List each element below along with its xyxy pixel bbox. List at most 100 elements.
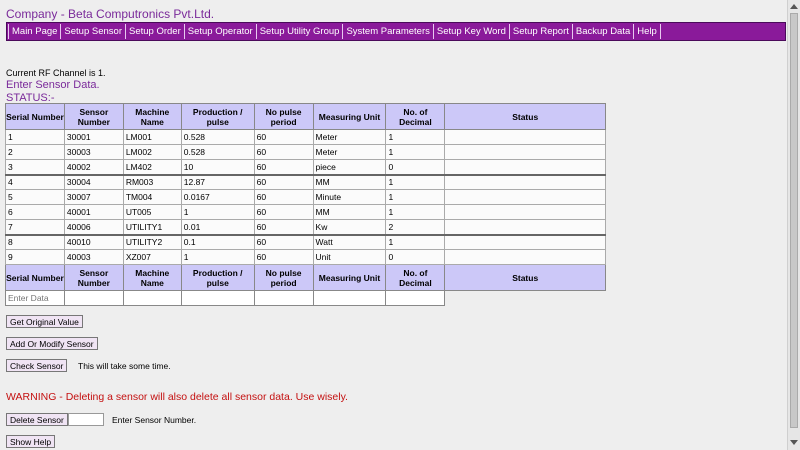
table-row: 8 40010 UTILITY2 0.1 60 Watt 1 bbox=[5, 233, 606, 250]
nav-help[interactable]: Help bbox=[634, 24, 661, 39]
entry-row bbox=[5, 290, 606, 306]
nav-setup-report[interactable]: Setup Report bbox=[510, 24, 573, 39]
page-title: Enter Sensor Data. bbox=[6, 79, 100, 91]
entry-cell-decimal bbox=[385, 290, 446, 306]
cell-no-pulse-period: 60 bbox=[253, 173, 314, 190]
check-sensor-button[interactable]: Check Sensor bbox=[6, 359, 68, 372]
nav-system-parameters[interactable]: System Parameters bbox=[343, 24, 434, 39]
cell-production-pulse: 0.528 bbox=[180, 144, 255, 160]
nav-setup-operator[interactable]: Setup Operator bbox=[185, 24, 257, 39]
production-pulse-input[interactable] bbox=[181, 291, 254, 305]
cell-no-of-decimal: 0 bbox=[385, 159, 446, 175]
cell-sensor-number: 40010 bbox=[63, 233, 124, 250]
cell-no-of-decimal: 0 bbox=[385, 249, 446, 265]
cell-production-pulse: 0.01 bbox=[180, 219, 255, 235]
cell-no-pulse-period: 60 bbox=[253, 249, 314, 265]
cell-machine-name: LM402 bbox=[122, 159, 182, 175]
measuring-unit-input[interactable] bbox=[313, 291, 386, 305]
vertical-scrollbar[interactable] bbox=[787, 0, 800, 450]
delete-sensor-button[interactable]: Delete Sensor bbox=[6, 413, 68, 426]
cell-status bbox=[444, 219, 606, 235]
cell-no-pulse-period: 60 bbox=[253, 219, 314, 235]
cell-status bbox=[444, 233, 606, 250]
cell-measuring-unit: Meter bbox=[312, 144, 387, 160]
cell-machine-name: TM004 bbox=[122, 189, 182, 205]
nav-setup-sensor[interactable]: Setup Sensor bbox=[61, 24, 126, 39]
scroll-down-icon[interactable] bbox=[790, 440, 798, 445]
cell-no-pulse-period: 60 bbox=[253, 233, 314, 250]
no-of-decimal-input[interactable] bbox=[386, 291, 445, 305]
table-row: 7 40006 UTILITY1 0.01 60 Kw 2 bbox=[5, 219, 606, 235]
scroll-thumb[interactable] bbox=[790, 13, 798, 428]
col-measuring-unit: Measuring Unit bbox=[312, 103, 387, 130]
col-machine-name: Machine Name bbox=[122, 264, 182, 291]
cell-machine-name: XZ007 bbox=[122, 249, 182, 265]
cell-serial-number: 1 bbox=[5, 129, 65, 145]
cell-status bbox=[444, 173, 606, 190]
cell-sensor-number: 30001 bbox=[63, 129, 124, 145]
cell-serial-number: 6 bbox=[5, 204, 65, 220]
table-row: 2 30003 LM002 0.528 60 Meter 1 bbox=[5, 144, 606, 160]
col-status: Status bbox=[444, 103, 606, 130]
table-row: 9 40003 XZ007 1 60 Unit 0 bbox=[5, 249, 606, 265]
cell-measuring-unit: Kw bbox=[312, 219, 387, 235]
col-no-of-decimal: No. of Decimal bbox=[385, 103, 446, 130]
cell-production-pulse: 1 bbox=[180, 249, 255, 265]
nav-setup-order[interactable]: Setup Order bbox=[126, 24, 185, 39]
cell-machine-name: UT005 bbox=[122, 204, 182, 220]
rf-channel-text: Current RF Channel is 1. bbox=[6, 68, 106, 78]
entry-cell-sensor bbox=[63, 290, 124, 306]
cell-sensor-number: 40001 bbox=[63, 204, 124, 220]
col-production-pulse: Production / pulse bbox=[180, 103, 255, 130]
nav-setup-key-word[interactable]: Setup Key Word bbox=[434, 24, 510, 39]
cell-sensor-number: 40002 bbox=[63, 159, 124, 175]
nav-backup-data[interactable]: Backup Data bbox=[573, 24, 635, 39]
cell-machine-name: LM001 bbox=[122, 129, 182, 145]
nav-main-page[interactable]: Main Page bbox=[8, 24, 62, 39]
cell-measuring-unit: Meter bbox=[312, 129, 387, 145]
get-original-value-button[interactable]: Get Original Value bbox=[6, 315, 83, 328]
sensor-number-input[interactable] bbox=[64, 291, 123, 305]
col-sensor-number: Sensor Number bbox=[63, 264, 124, 291]
cell-no-pulse-period: 60 bbox=[253, 129, 314, 145]
table-row: 3 40002 LM402 10 60 piece 0 bbox=[5, 159, 606, 175]
sensor-table: Serial Number Sensor Number Machine Name… bbox=[5, 103, 606, 306]
show-help-button[interactable]: Show Help bbox=[6, 435, 56, 448]
col-serial-number: Serial Number bbox=[5, 103, 65, 130]
delete-sensor-note: Enter Sensor Number. bbox=[112, 415, 197, 425]
scroll-up-icon[interactable] bbox=[790, 4, 798, 9]
cell-status bbox=[444, 144, 606, 160]
cell-sensor-number: 40003 bbox=[63, 249, 124, 265]
add-modify-sensor-button[interactable]: Add Or Modify Sensor bbox=[6, 337, 98, 350]
cell-production-pulse: 0.0167 bbox=[180, 189, 255, 205]
cell-production-pulse: 0.1 bbox=[180, 233, 255, 250]
cell-status bbox=[444, 189, 606, 205]
cell-machine-name: UTILITY1 bbox=[122, 219, 182, 235]
cell-no-pulse-period: 60 bbox=[253, 144, 314, 160]
cell-sensor-number: 30003 bbox=[63, 144, 124, 160]
table-header-row: Serial Number Sensor Number Machine Name… bbox=[5, 103, 606, 130]
cell-sensor-number: 40006 bbox=[63, 219, 124, 235]
cell-serial-number: 2 bbox=[5, 144, 65, 160]
col-no-of-decimal: No. of Decimal bbox=[385, 264, 446, 291]
delete-sensor-number-input[interactable] bbox=[68, 413, 104, 426]
table-row: 6 40001 UT005 1 60 MM 1 bbox=[5, 204, 606, 220]
cell-status bbox=[444, 249, 606, 265]
cell-status bbox=[444, 204, 606, 220]
no-pulse-period-input[interactable] bbox=[254, 291, 313, 305]
cell-machine-name: RM003 bbox=[122, 173, 182, 190]
entry-spacer bbox=[445, 291, 606, 306]
cell-sensor-number: 30007 bbox=[63, 189, 124, 205]
cell-no-pulse-period: 60 bbox=[253, 189, 314, 205]
col-no-pulse-period: No pulse period bbox=[253, 103, 314, 130]
cell-no-of-decimal: 1 bbox=[385, 204, 446, 220]
cell-serial-number: 8 bbox=[5, 233, 65, 250]
cell-machine-name: LM002 bbox=[122, 144, 182, 160]
nav-setup-utility-group[interactable]: Setup Utility Group bbox=[257, 24, 344, 39]
serial-number-input[interactable] bbox=[6, 291, 64, 305]
cell-serial-number: 3 bbox=[5, 159, 65, 175]
cell-no-of-decimal: 1 bbox=[385, 129, 446, 145]
cell-measuring-unit: MM bbox=[312, 204, 387, 220]
entry-cell-no-pulse bbox=[253, 290, 314, 306]
machine-name-input[interactable] bbox=[123, 291, 181, 305]
